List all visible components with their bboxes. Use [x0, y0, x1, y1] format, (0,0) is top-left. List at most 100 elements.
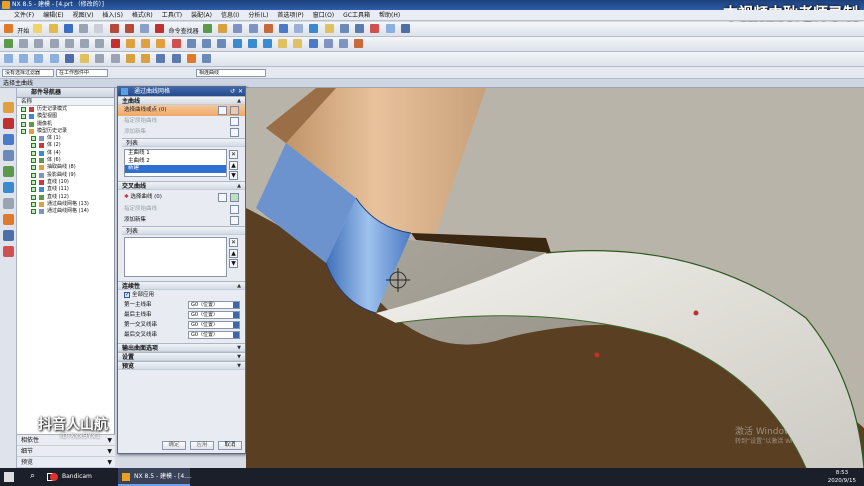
- type-filter-dropdown[interactable]: 没有选择过滤器: [2, 69, 54, 77]
- menu-insert[interactable]: 插入(S): [102, 10, 123, 20]
- move-up-icon[interactable]: ▲: [229, 249, 238, 258]
- hole-icon[interactable]: [279, 24, 289, 33]
- section-view-icon[interactable]: [141, 54, 151, 63]
- curve-rule-icon[interactable]: [218, 193, 227, 202]
- revolve-icon[interactable]: [248, 24, 258, 33]
- pattern-icon[interactable]: [339, 24, 349, 33]
- primary-list-header[interactable]: 列表: [122, 138, 245, 147]
- extrude-icon[interactable]: [233, 24, 243, 33]
- redo-icon[interactable]: [124, 24, 134, 33]
- section-settings[interactable]: 设置 ▼: [118, 352, 245, 361]
- cross-list-header[interactable]: 列表: [122, 226, 245, 235]
- windows-start-icon[interactable]: [4, 472, 14, 482]
- web-browser-icon[interactable]: [3, 182, 14, 193]
- visibility-checkbox[interactable]: [31, 150, 36, 156]
- repeat-icon[interactable]: [140, 24, 150, 33]
- menu-preferences[interactable]: 首选项(P): [277, 10, 303, 20]
- spline-icon[interactable]: [80, 39, 90, 48]
- taskbar-app-bandicam[interactable]: Bandicam: [46, 468, 116, 486]
- sketch-icon[interactable]: [202, 24, 212, 33]
- navigator-item[interactable]: 投影曲线 (9): [17, 172, 114, 179]
- cut-icon[interactable]: [79, 24, 89, 33]
- command-finder-label[interactable]: 命令查找器: [169, 26, 199, 35]
- layer-icon[interactable]: [80, 54, 90, 63]
- navigator-item[interactable]: 直线 (12): [17, 194, 114, 201]
- unite-icon[interactable]: [354, 39, 364, 48]
- edge-blend-icon[interactable]: [294, 24, 304, 33]
- hd3d-tools-icon[interactable]: [3, 166, 14, 177]
- reset-icon[interactable]: ↺: [230, 87, 235, 96]
- visibility-checkbox[interactable]: [31, 165, 36, 171]
- mirror-icon[interactable]: [355, 24, 365, 33]
- menu-info[interactable]: 信息(I): [221, 10, 239, 20]
- continuity-select[interactable]: G0（位置）: [188, 331, 240, 339]
- navigator-item[interactable]: 直线 (11): [17, 186, 114, 193]
- cancel-button[interactable]: 取消: [218, 441, 242, 450]
- cross-curve-list[interactable]: ✕ ▲ ▼: [124, 237, 238, 277]
- rotate-icon[interactable]: [34, 54, 44, 63]
- fit-view-icon[interactable]: [4, 54, 13, 63]
- select-primary-curve-row[interactable]: 选择曲线或点 (0): [118, 105, 245, 116]
- zoom-icon[interactable]: [19, 54, 29, 63]
- specify-origin-row[interactable]: 指定原始曲线: [118, 204, 245, 215]
- model-view[interactable]: [246, 88, 864, 468]
- navigator-item[interactable]: 摄像机: [17, 121, 114, 128]
- datum-plane-icon[interactable]: [218, 24, 228, 33]
- join-curve-icon[interactable]: [217, 39, 227, 48]
- ruled-icon[interactable]: [278, 39, 288, 48]
- navigator-column-name[interactable]: 名称: [17, 98, 114, 106]
- section-preview[interactable]: 预览 ▼: [118, 361, 245, 370]
- system-materials-icon[interactable]: [3, 214, 14, 225]
- menu-tools[interactable]: 工具(T): [162, 10, 182, 20]
- hide-icon[interactable]: [95, 54, 105, 63]
- visibility-checkbox[interactable]: [31, 179, 36, 185]
- measure-icon[interactable]: [125, 54, 135, 63]
- continuity-select[interactable]: G0（位置）: [188, 311, 240, 319]
- navigator-item[interactable]: 抽取曲线 (8): [17, 164, 114, 171]
- visibility-checkbox[interactable]: [21, 114, 26, 120]
- navigator-item[interactable]: 体 (2): [17, 142, 114, 149]
- project-curve-icon[interactable]: [141, 39, 151, 48]
- select-cross-curve-row[interactable]: ✱ 选择曲线 (0): [118, 190, 245, 204]
- shell-icon[interactable]: [324, 24, 334, 33]
- add-new-set-row[interactable]: 添加新集: [118, 127, 245, 138]
- visibility-checkbox[interactable]: [31, 201, 36, 207]
- list-item[interactable]: 主曲线 2: [125, 158, 226, 166]
- taskbar-clock[interactable]: 8:53 2020/9/15: [828, 469, 856, 485]
- process-studio-icon[interactable]: [3, 230, 14, 241]
- section-primary-curves[interactable]: 主曲线 ▲: [118, 96, 245, 105]
- details-panel[interactable]: 细节 ▼: [17, 446, 115, 457]
- start-button[interactable]: 开始: [17, 26, 29, 35]
- reuse-library-icon[interactable]: [3, 150, 14, 161]
- through-curves-icon[interactable]: [232, 39, 242, 48]
- dialog-title-bar[interactable]: 通过曲线网格 ↺ ✕: [118, 87, 245, 96]
- remove-icon[interactable]: ✕: [229, 150, 238, 159]
- visibility-checkbox[interactable]: [31, 172, 36, 178]
- move-up-icon[interactable]: ▲: [229, 161, 238, 170]
- list-item[interactable]: 主曲线 1: [125, 150, 226, 158]
- open-file-icon[interactable]: [48, 24, 58, 33]
- extract-curve-icon[interactable]: [186, 39, 196, 48]
- render-icon[interactable]: [186, 54, 196, 63]
- save-icon[interactable]: [63, 24, 73, 33]
- visibility-checkbox[interactable]: [21, 107, 26, 112]
- apply-button[interactable]: 应用: [190, 441, 214, 450]
- specify-origin-row[interactable]: 指定原始曲线: [118, 116, 245, 127]
- rectangle-icon[interactable]: [64, 39, 74, 48]
- menu-edit[interactable]: 编辑(E): [43, 10, 63, 20]
- visibility-checkbox[interactable]: [31, 136, 36, 142]
- section-cross-curves[interactable]: 交叉曲线 ▲: [118, 181, 245, 190]
- visibility-checkbox[interactable]: [31, 143, 36, 149]
- menu-gc-toolbox[interactable]: GC工具箱: [343, 10, 370, 20]
- visibility-checkbox[interactable]: [21, 121, 26, 127]
- graphics-window[interactable]: [246, 88, 864, 468]
- assembly-navigator-icon[interactable]: [3, 102, 14, 113]
- navigator-item[interactable]: 体 (1): [17, 135, 114, 142]
- arc-icon[interactable]: [34, 39, 44, 48]
- swept-icon[interactable]: [262, 39, 272, 48]
- point-icon[interactable]: [110, 39, 120, 48]
- studio-surface-icon[interactable]: [308, 39, 318, 48]
- circle-icon[interactable]: [49, 39, 59, 48]
- point-dialog-icon[interactable]: [230, 106, 239, 115]
- apply-all-row[interactable]: ✓ 全部应用: [118, 290, 245, 300]
